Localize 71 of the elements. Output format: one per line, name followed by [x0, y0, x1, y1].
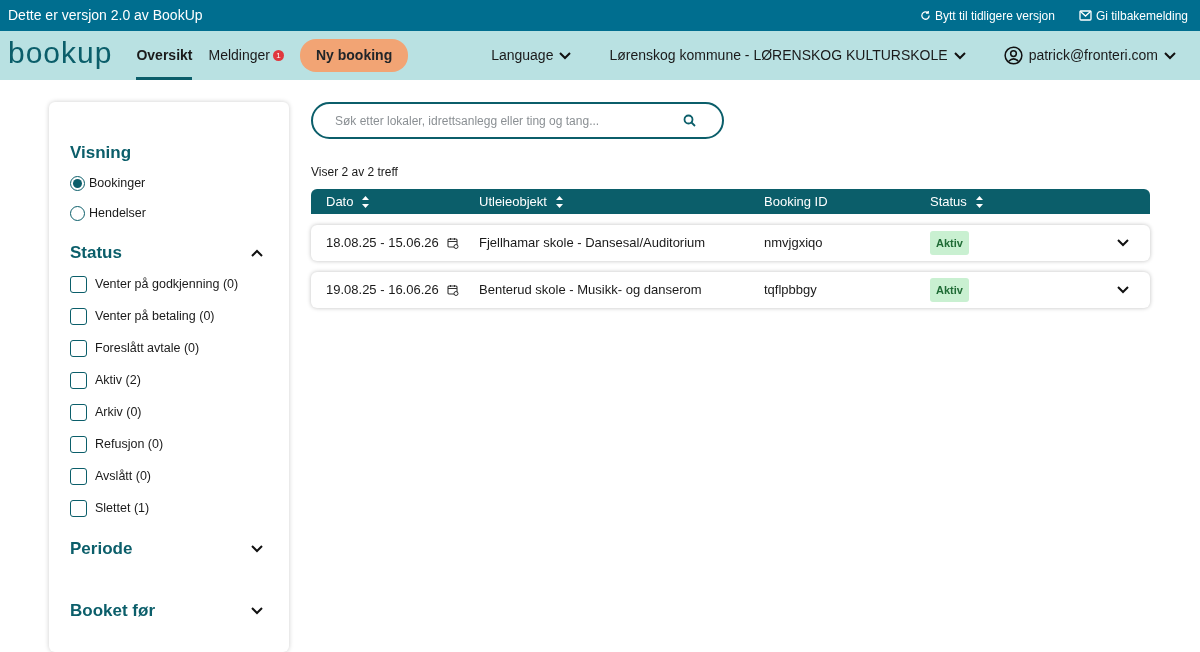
version-banner-text: Dette er versjon 2.0 av BookUp [8, 6, 203, 25]
column-header: Status [930, 192, 967, 211]
search-field[interactable]: Søk etter lokaler, idrettsanlegg eller ting og tang... [311, 102, 724, 139]
expand-toggle[interactable] [1117, 286, 1129, 294]
chevron-down-icon [251, 545, 263, 553]
checkbox-label: Venter på betaling (0) [95, 307, 215, 325]
section-heading: Periode [70, 538, 133, 560]
expand-toggle[interactable] [1117, 239, 1129, 247]
checkbox-label: Venter på godkjenning (0) [95, 275, 239, 293]
sort-icon[interactable] [361, 194, 371, 209]
radio-label: Bookinger [89, 174, 146, 192]
checkbox-label: Aktiv (2) [95, 371, 141, 389]
rental-object: Benterud skole - Musikk- og danserom [479, 282, 702, 298]
nav-tab[interactable]: Oversikt [136, 31, 193, 80]
collapse-toggle[interactable] [251, 249, 263, 257]
checkbox[interactable] [70, 499, 87, 517]
nav-tab[interactable]: Meldinger 1 [208, 31, 284, 80]
feedback-link[interactable]: Gi tilbakemelding [1078, 6, 1188, 25]
calendar-icon [446, 284, 459, 296]
chevron-down-icon [559, 51, 572, 60]
date-range: 19.08.25 - 16.06.26 [326, 281, 439, 300]
booking-id: tqflpbbgy [764, 282, 817, 298]
checkbox-label: Arkiv (0) [95, 403, 142, 421]
checkbox[interactable] [70, 435, 87, 453]
rental-object: Fjellhamar skole - Dansesal/Auditorium [479, 235, 706, 251]
section-heading: Booket før [70, 600, 155, 622]
user-icon [1003, 46, 1023, 65]
chevron-down-icon [1117, 239, 1129, 247]
checkbox[interactable] [70, 403, 87, 421]
search-icon [683, 114, 696, 127]
user-menu[interactable]: patrick@fronteri.com [1003, 45, 1176, 66]
checkbox-label: Foreslått avtale (0) [95, 339, 200, 357]
column-header: Utleieobjekt [479, 192, 547, 211]
checkbox[interactable] [70, 275, 87, 293]
booking-row[interactable]: 19.08.25 - 16.06.26 Benterud skole - Musikk- og danserom tqflpbbgy Aktiv [311, 272, 1150, 308]
chevron-down-icon [251, 607, 263, 615]
checkbox[interactable] [70, 371, 87, 389]
revert-version-link[interactable]: Bytt til tidligere versjon [919, 6, 1055, 25]
checkbox[interactable] [70, 307, 87, 325]
calendar-icon [446, 237, 459, 249]
chevron-down-icon [953, 51, 966, 60]
chevron-up-icon [251, 249, 263, 257]
checkbox-label: Avslått (0) [95, 467, 152, 485]
sort-icon[interactable] [974, 194, 984, 209]
logo[interactable]: bookup [8, 37, 113, 68]
collapse-toggle[interactable] [251, 545, 263, 553]
chevron-down-icon [1117, 286, 1129, 294]
radio-label: Hendelser [89, 204, 146, 222]
chevron-down-icon [1164, 51, 1176, 60]
checkbox-label: Slettet (1) [95, 499, 150, 517]
booking-id: nmvjgxiqo [764, 235, 823, 251]
collapse-toggle[interactable] [251, 607, 263, 615]
checkbox-label: Refusjon (0) [95, 435, 164, 453]
notification-badge: 1 [272, 50, 284, 61]
section-heading: Status [70, 242, 122, 264]
language-dropdown[interactable]: Language [491, 45, 572, 66]
status-tag: Aktiv [930, 277, 969, 303]
new-booking-button[interactable]: Ny booking [299, 39, 409, 72]
refresh-icon [919, 10, 931, 21]
column-header: Dato [326, 192, 354, 211]
status-tag: Aktiv [930, 230, 969, 256]
column-header: Booking ID [764, 192, 828, 211]
checkbox[interactable] [70, 339, 87, 357]
booking-row[interactable]: 18.08.25 - 15.06.26 Fjellhamar skole - Dansesal/Auditorium nmvjgxiqo Aktiv [311, 225, 1150, 261]
checkbox[interactable] [70, 467, 87, 485]
result-count: Viser 2 av 2 treff [311, 164, 399, 181]
sort-icon[interactable] [554, 194, 564, 209]
section-heading: Visning [70, 142, 132, 164]
date-range: 18.08.25 - 15.06.26 [326, 234, 439, 253]
mail-icon [1078, 10, 1092, 21]
organization-dropdown[interactable]: Lørenskog kommune - LØRENSKOG KULTURSKOLE [609, 45, 966, 66]
